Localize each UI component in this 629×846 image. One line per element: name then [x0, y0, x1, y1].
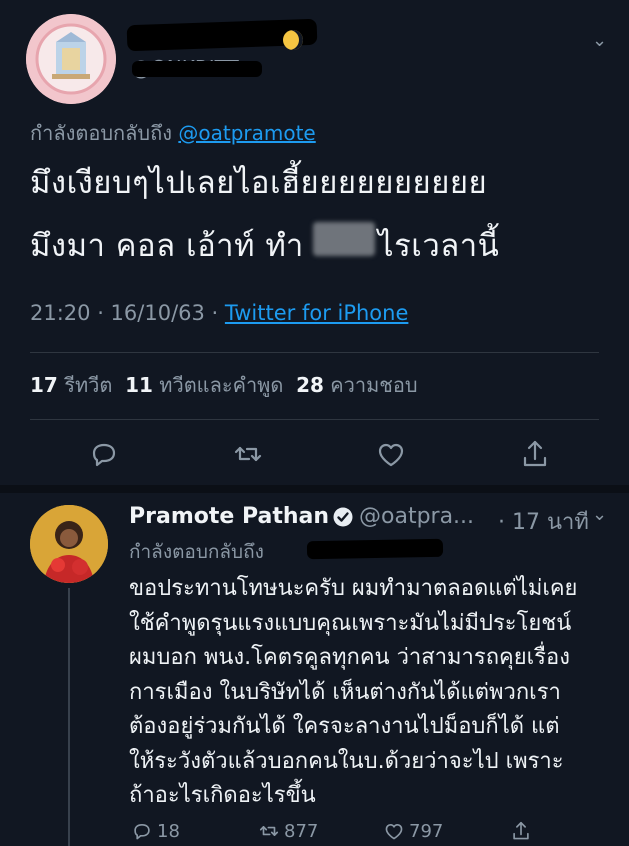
thread-connector-line [68, 588, 70, 846]
timestamp-text: 21:20 · 16/10/63 · [30, 301, 225, 325]
reply-author-avatar[interactable] [30, 505, 108, 583]
like-heart-icon[interactable] [375, 438, 407, 470]
verified-badge-icon [333, 507, 353, 527]
reply-share-button[interactable] [510, 818, 532, 844]
retweet-count[interactable]: 17 [30, 373, 58, 397]
reply-text-line: การเมือง ในบริษัทได้ เห็นต่างกันได้แต่พว… [129, 679, 561, 705]
section-separator [0, 485, 629, 493]
retweet-count: 877 [284, 820, 319, 842]
reply-text-line: ขอประทานโทษนะครับ ผมทำมาตลอดแต่ไม่เคย [129, 576, 578, 601]
avatar-emblem-icon [26, 14, 116, 104]
main-author-avatar[interactable] [26, 14, 116, 104]
like-count[interactable]: 28 [296, 373, 324, 397]
retweet-icon[interactable] [232, 438, 264, 470]
reply-mention-link[interactable]: @oatpramote [178, 121, 315, 145]
reply-timestamp[interactable]: · 17 นาที [498, 504, 589, 539]
retweet-label[interactable]: รีทวีต [64, 373, 112, 397]
reply-text-line: ผมบอก พนง.โคตรคูลทุกคน ว่าสามารถคุยเรื่อ… [129, 645, 570, 670]
divider [30, 352, 599, 353]
main-tweet-text-line1: มึงเงียบๆไปเลยไอเฮี้ยยยยยยยยยย [30, 165, 488, 201]
reply-text-line: ต้องอยู่ร่วมกันได้ ใครจะลางานไปม็อบก็ได้… [129, 714, 560, 739]
tweet-timestamp: 21:20 · 16/10/63 · Twitter for iPhone [30, 301, 408, 325]
reply-tweet-text: ขอประทานโทษนะครับ ผมทำมาตลอดแต่ไม่เคย ใช… [129, 572, 609, 814]
avatar-portrait-icon [30, 505, 108, 583]
like-heart-icon [385, 823, 403, 840]
main-tweet-text-line2a: มึงมา คอล เอ้าท์ ทำ [30, 228, 304, 264]
twitter-thread-screen: @ONKRITT ⌄ กำลังตอบกลับถึง @oatpramote ม… [0, 0, 629, 846]
main-reply-context: กำลังตอบกลับถึง @oatpramote [30, 117, 316, 149]
tweet-options-chevron-down-icon[interactable]: ⌄ [592, 30, 607, 51]
reply-like-button[interactable]: 797 [383, 818, 443, 844]
censored-word [313, 222, 375, 256]
main-tweet-text-line2b: ไรเวลานี้ [378, 228, 500, 264]
tweet-source-link[interactable]: Twitter for iPhone [225, 301, 409, 325]
moon-emoji-icon [283, 30, 303, 50]
quote-count[interactable]: 11 [125, 373, 153, 397]
share-icon [513, 821, 529, 840]
retweet-icon [259, 826, 279, 836]
reply-options-chevron-down-icon[interactable]: ⌄ [592, 504, 607, 525]
quote-label[interactable]: ทวีตและคำพูด [159, 373, 283, 397]
share-icon[interactable] [519, 438, 551, 470]
reply-count: 18 [157, 820, 180, 842]
reply-text-line: ให้ระวังตัวแล้วบอกคนในบ.ด้วยว่าจะไป เพรา… [129, 748, 564, 774]
reply-context-prefix: กำลังตอบกลับถึง [129, 541, 264, 563]
reply-author-name[interactable]: Pramote Pathan [129, 504, 329, 529]
tweet-stats: 17 รีทวีต 11 ทวีตและคำพูด 28 ความชอบ [30, 369, 418, 401]
reply-retweet-button[interactable]: 877 [258, 818, 318, 844]
divider [30, 419, 599, 420]
like-label[interactable]: ความชอบ [330, 373, 417, 397]
like-count: 797 [409, 820, 444, 842]
reply-prefix: กำลังตอบกลับถึง [30, 121, 172, 145]
reply-icon[interactable] [88, 438, 120, 470]
reply-icon [134, 823, 150, 840]
redacted-author-handle [132, 61, 262, 77]
reply-author-handle[interactable]: @oatpra... [359, 504, 474, 529]
reply-text-line: ถ้าอะไรเกิดอะไรขึ้น [129, 783, 316, 808]
redacted-reply-mention [306, 538, 444, 560]
reply-text-line: ใช้คำพูดรุนแรงแบบคุณเพราะมันไม่มีประโยชน… [129, 610, 572, 636]
reply-reply-button[interactable]: 18 [131, 818, 180, 844]
